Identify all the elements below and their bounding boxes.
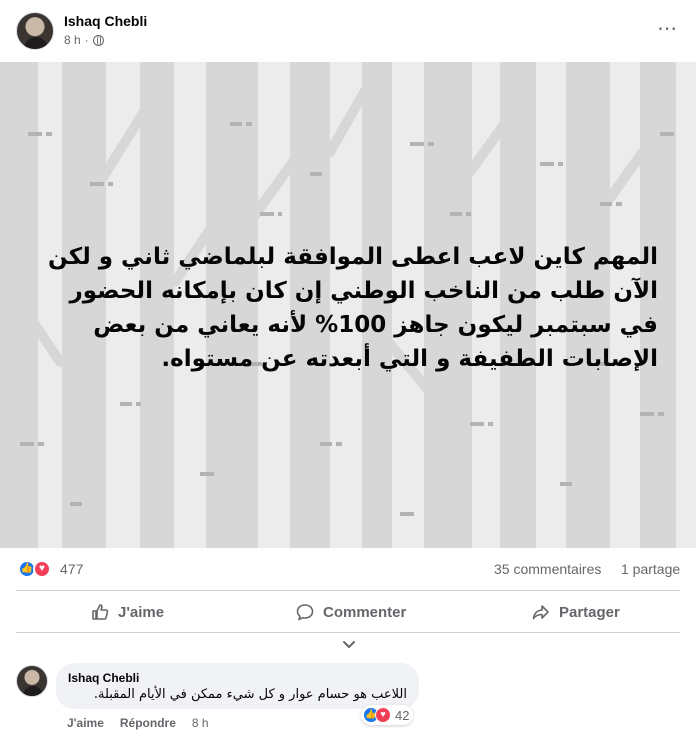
chevron-down-icon[interactable] — [342, 640, 356, 650]
reaction-icons[interactable]: 👍 ♥ — [18, 560, 54, 578]
comment-reactions-count: 42 — [395, 707, 410, 723]
comment-text: اللاعب هو حسام عوار و كل شيء ممكن في الأ… — [93, 687, 407, 702]
post-text: المهم كاين لاعب اعطى الموافقة لبلماضي ثا… — [48, 244, 658, 372]
like-button[interactable]: J'aime — [90, 596, 164, 628]
comment-like-link[interactable]: J'aime — [67, 716, 104, 730]
comment-avatar[interactable] — [16, 665, 48, 697]
share-label: Partager — [559, 603, 620, 621]
post-background: المهم كاين لاعب اعطى الموافقة لبلماضي ثا… — [0, 62, 696, 548]
comment-time[interactable]: 8 h — [192, 716, 209, 730]
globe-icon — [92, 34, 104, 46]
comment-button[interactable]: Commenter — [295, 596, 406, 628]
post-time[interactable]: 8 h — [64, 33, 81, 47]
post-meta: 8 h · — [64, 33, 104, 47]
comment-reply-link[interactable]: Répondre — [120, 716, 176, 730]
post-stats: 👍 ♥ 477 35 commentaires 1 partage — [0, 556, 696, 584]
actions-divider — [16, 632, 680, 633]
comment-actions: J'aime Répondre 8 h — [67, 716, 209, 730]
thumbs-up-icon — [92, 604, 109, 620]
comment-bubble: Ishaq Chebli اللاعب هو حسام عوار و كل شي… — [56, 663, 419, 709]
like-label: J'aime — [118, 603, 165, 621]
post-actions: J'aime Commenter Partager — [0, 596, 696, 628]
comment-icon — [296, 604, 314, 621]
reactions-count[interactable]: 477 — [60, 561, 83, 577]
share-icon — [532, 605, 549, 620]
love-icon: ♥ — [375, 707, 391, 723]
comments-count[interactable]: 35 commentaires — [494, 561, 601, 577]
comment-label: Commenter — [323, 603, 407, 621]
post-header: Ishaq Chebli 8 h · ⋯ — [0, 0, 696, 62]
comment-author[interactable]: Ishaq Chebli — [68, 671, 139, 685]
post-author[interactable]: Ishaq Chebli — [64, 13, 147, 29]
comment-reactions[interactable]: 👍 ♥ 42 — [361, 705, 414, 725]
shares-count[interactable]: 1 partage — [621, 561, 680, 577]
meta-separator: · — [84, 33, 89, 47]
love-icon: ♥ — [33, 560, 51, 578]
author-avatar[interactable] — [16, 12, 54, 50]
stats-divider — [16, 590, 680, 591]
share-button[interactable]: Partager — [531, 596, 620, 628]
more-icon[interactable]: ⋯ — [657, 16, 678, 41]
